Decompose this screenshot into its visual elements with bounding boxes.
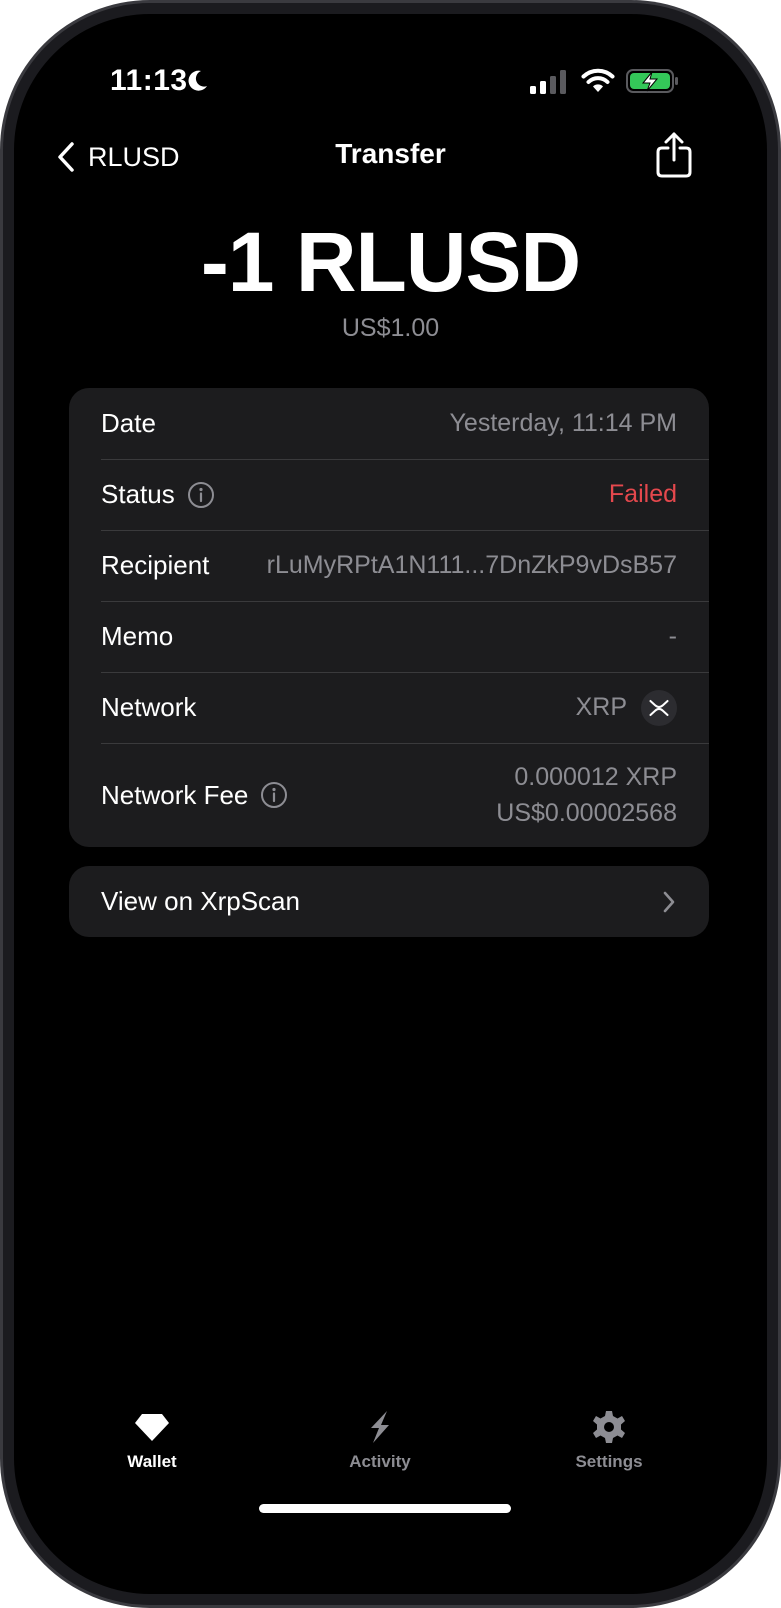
info-icon[interactable] [260,781,288,809]
status-badge: Failed [608,480,677,508]
view-on-explorer-button[interactable]: View on XrpScan [69,866,709,937]
detail-row-date: Date Yesterday, 11:14 PM [69,388,709,459]
detail-row-memo: Memo - [69,601,709,672]
tab-settings-label: Settings [575,1452,643,1471]
tab-activity[interactable]: Activity [310,1410,450,1472]
memo-value: - [668,622,677,650]
status-time: 11:13 [110,64,188,97]
status-label-group: Status [101,479,215,510]
detail-row-recipient: Recipient rLuMyRPtA1N111...7DnZkP9vDsB57 [69,530,709,601]
network-fee-fiat: US$0.00002568 [496,799,677,827]
settings-gear-icon [593,1411,625,1443]
share-icon[interactable] [654,130,694,180]
network-value-group: XRP [575,689,677,726]
xrp-icon [641,689,677,726]
network-fee-values: 0.000012 XRP US$0.00002568 [496,762,677,828]
detail-row-status: Status Failed [69,459,709,530]
tab-wallet-label: Wallet [127,1452,177,1471]
moon-icon [188,70,207,91]
transfer-amount-fiat: US$1.00 [341,314,440,342]
chevron-right-icon [663,891,675,912]
tab-wallet[interactable]: Wallet [82,1410,222,1472]
cellular-signal-icon [530,70,566,94]
tab-settings[interactable]: Settings [539,1410,679,1472]
status-label: Status [101,479,175,509]
detail-row-network: Network XRP [69,672,709,743]
tab-activity-label: Activity [349,1452,411,1471]
date-value: Yesterday, 11:14 PM [449,409,677,437]
date-label: Date [101,408,156,438]
recipient-address[interactable]: rLuMyRPtA1N111...7DnZkP9vDsB57 [267,551,677,580]
wifi-icon [581,68,615,92]
memo-label: Memo [101,621,174,651]
network-value: XRP [575,693,627,721]
info-icon[interactable] [187,481,215,509]
network-fee-label: Network Fee [101,779,249,810]
network-fee-crypto: 0.000012 XRP [514,763,677,791]
network-label: Network [101,692,197,722]
transfer-amount: -1 RLUSD [200,215,581,309]
battery-charging-icon [626,69,678,93]
network-fee-label-group: Network Fee [101,780,288,811]
recipient-label: Recipient [101,550,210,580]
transfer-details-card: Date Yesterday, 11:14 PM Status Failed R… [69,388,709,847]
screen: 11:13 RLUSD Transfer -1 RLUSD US$1.00 Da… [14,14,767,1594]
view-on-explorer-label: View on XrpScan [101,886,300,916]
activity-bolt-icon [371,1411,389,1443]
home-indicator[interactable] [259,1504,511,1513]
wallet-gem-icon [135,1414,169,1441]
detail-row-network-fee: Network Fee 0.000012 XRP US$0.00002568 [69,743,709,847]
